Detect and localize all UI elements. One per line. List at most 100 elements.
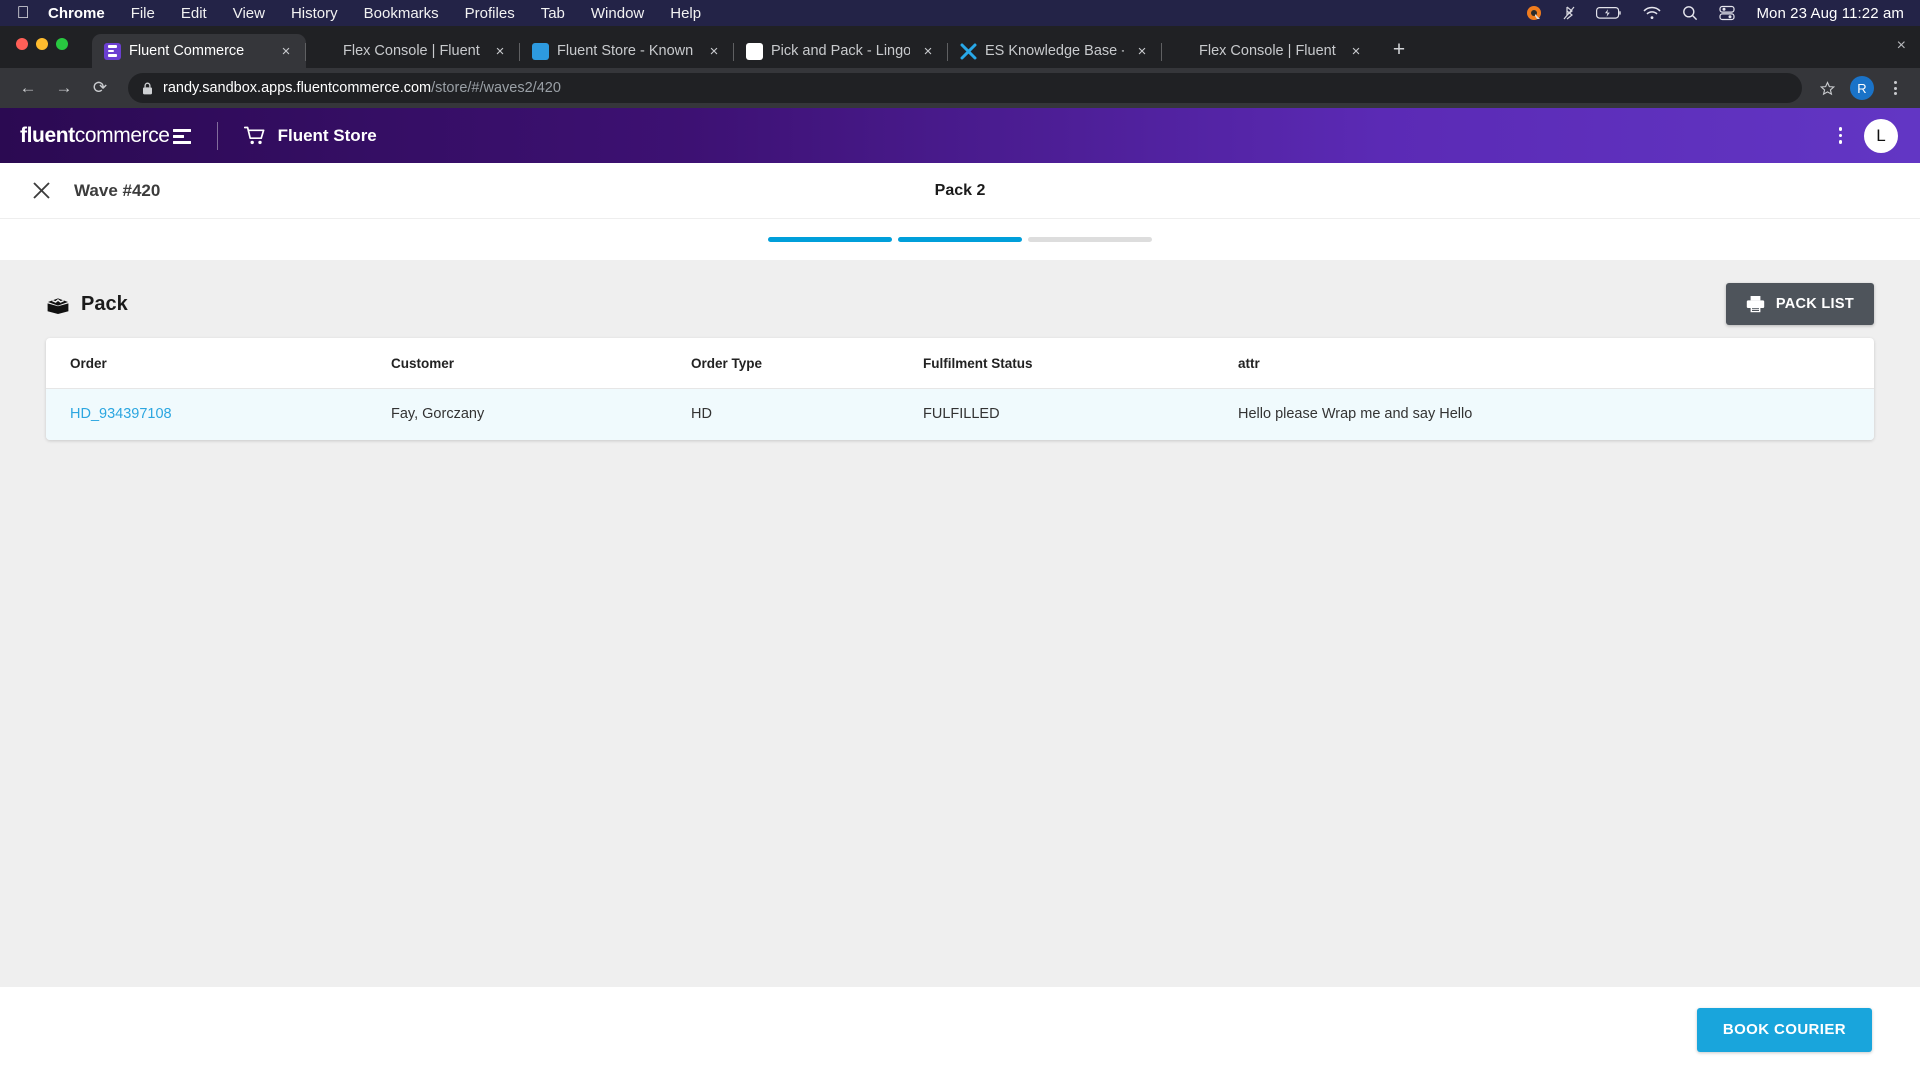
- orders-table: Order Customer Order Type Fulfilment Sta…: [46, 338, 1874, 440]
- browser-tab-0[interactable]: Fluent Commerce ×: [92, 34, 306, 68]
- column-header-order[interactable]: Order: [46, 338, 391, 389]
- book-courier-button[interactable]: BOOK COURIER: [1697, 1008, 1872, 1052]
- section-title-block: Pack: [46, 293, 128, 316]
- browser-tab-2[interactable]: Fluent Store - Known issues so ×: [520, 34, 734, 68]
- wifi-icon[interactable]: [1643, 0, 1661, 26]
- menu-item-profiles[interactable]: Profiles: [465, 5, 515, 22]
- back-icon[interactable]: ←: [12, 72, 44, 104]
- close-window-button[interactable]: [16, 38, 28, 50]
- menu-item-help[interactable]: Help: [670, 5, 701, 22]
- app-orange-icon[interactable]: [1526, 0, 1542, 26]
- wave-subheader: Wave #420 Pack 2: [0, 163, 1920, 219]
- browser-window: Fluent Commerce × Flex Console | Fluent …: [0, 26, 1920, 108]
- menu-item-chrome[interactable]: Chrome: [48, 5, 105, 22]
- cell-customer: Fay, Gorczany: [391, 389, 691, 441]
- fluent-commerce-favicon: [104, 43, 121, 60]
- bluetooth-icon[interactable]: [1563, 0, 1575, 26]
- section-title-text: Pack: [81, 293, 128, 316]
- maximize-window-button[interactable]: [56, 38, 68, 50]
- open-box-icon: [46, 295, 70, 314]
- menubar-clock[interactable]: Mon 23 Aug 11:22 am: [1756, 5, 1904, 22]
- window-traffic-lights[interactable]: [16, 38, 68, 50]
- tab-close-icon[interactable]: ×: [918, 41, 938, 61]
- flex-console-favicon: [1174, 43, 1191, 60]
- menu-item-view[interactable]: View: [233, 5, 265, 22]
- spotlight-search-icon[interactable]: [1682, 0, 1698, 26]
- table-row[interactable]: HD_934397108 Fay, Gorczany HD FULFILLED …: [46, 389, 1874, 441]
- apple-logo-icon[interactable]: : [14, 4, 32, 21]
- pack-list-button-label: PACK LIST: [1776, 296, 1854, 312]
- user-avatar[interactable]: L: [1864, 119, 1898, 153]
- menu-item-history[interactable]: History: [291, 5, 338, 22]
- menu-item-edit[interactable]: Edit: [181, 5, 207, 22]
- window-close-icon[interactable]: ×: [1897, 37, 1906, 55]
- column-header-fulfilment-status[interactable]: Fulfilment Status: [923, 338, 1238, 389]
- cell-order-type: HD: [691, 389, 923, 441]
- macos-menu-items: Chrome File Edit View History Bookmarks …: [48, 5, 701, 22]
- tab-close-icon[interactable]: ×: [276, 41, 296, 61]
- page-title: Pack 2: [0, 182, 1920, 200]
- chrome-profile-avatar[interactable]: R: [1850, 76, 1874, 100]
- browser-tab-5[interactable]: Flex Console | Fluent Commerce ×: [1162, 34, 1376, 68]
- es-knowledge-favicon: [960, 43, 977, 60]
- new-tab-button[interactable]: +: [1384, 35, 1414, 65]
- cell-order: HD_934397108: [46, 389, 391, 441]
- control-center-icon[interactable]: [1719, 0, 1735, 26]
- brand-mark-icon: [173, 129, 191, 144]
- fluent-commerce-logo[interactable]: fluentcommerce: [20, 124, 191, 148]
- orders-table-body: HD_934397108 Fay, Gorczany HD FULFILLED …: [46, 389, 1874, 441]
- wave-title: Wave #420: [74, 181, 160, 201]
- close-icon[interactable]: [30, 180, 52, 202]
- pack-list-button[interactable]: PACK LIST: [1726, 283, 1874, 325]
- tab-close-icon[interactable]: ×: [1346, 41, 1366, 61]
- address-bar[interactable]: randy.sandbox.apps.fluentcommerce.com/st…: [128, 73, 1802, 103]
- url-host-text: randy.sandbox.apps.fluentcommerce.com: [163, 80, 431, 96]
- lingo-favicon: [746, 43, 763, 60]
- store-name-text: Fluent Store: [278, 126, 377, 146]
- browser-tab-title: Flex Console | Fluent Commerce: [1199, 43, 1338, 59]
- step-progress-bar: [0, 219, 1920, 260]
- browser-tab-1[interactable]: Flex Console | Fluent Commerce ×: [306, 34, 520, 68]
- column-header-attr[interactable]: attr: [1238, 338, 1874, 389]
- step-indicator-2[interactable]: [898, 237, 1022, 242]
- column-header-order-type[interactable]: Order Type: [691, 338, 923, 389]
- fluent-store-app: fluentcommerce Fluent Store L Wave #420 …: [0, 108, 1920, 1072]
- chrome-menu-icon[interactable]: [1882, 75, 1908, 101]
- cell-attr: Hello please Wrap me and say Hello: [1238, 389, 1874, 441]
- store-name-block[interactable]: Fluent Store: [244, 126, 377, 146]
- orders-table-card: Order Customer Order Type Fulfilment Sta…: [46, 338, 1874, 440]
- browser-tab-3[interactable]: Pick and Pack - Lingo ×: [734, 34, 948, 68]
- browser-tab-4[interactable]: ES Knowledge Base - ES Know ×: [948, 34, 1162, 68]
- browser-tab-title: ES Knowledge Base - ES Know: [985, 43, 1124, 59]
- tab-close-icon[interactable]: ×: [704, 41, 724, 61]
- header-divider: [217, 122, 218, 150]
- step-indicator-1[interactable]: [768, 237, 892, 242]
- menu-item-tab[interactable]: Tab: [541, 5, 565, 22]
- order-link[interactable]: HD_934397108: [70, 406, 172, 422]
- column-header-customer[interactable]: Customer: [391, 338, 691, 389]
- app-header-actions: L: [1833, 108, 1899, 163]
- minimize-window-button[interactable]: [36, 38, 48, 50]
- macos-status-area: Mon 23 Aug 11:22 am: [1526, 0, 1904, 26]
- browser-tab-title: Fluent Commerce: [129, 43, 268, 59]
- menu-item-window[interactable]: Window: [591, 5, 644, 22]
- menu-item-file[interactable]: File: [131, 5, 155, 22]
- main-content: Pack PACK LIST Order Customer Order Type…: [0, 260, 1920, 987]
- tab-close-icon[interactable]: ×: [490, 41, 510, 61]
- flex-console-favicon: [318, 43, 335, 60]
- vertical-dots-icon[interactable]: [1833, 121, 1849, 150]
- step-indicator-3[interactable]: [1028, 237, 1152, 242]
- fluent-store-favicon: [532, 43, 549, 60]
- battery-icon[interactable]: [1596, 0, 1622, 26]
- browser-tabstrip: Fluent Commerce × Flex Console | Fluent …: [0, 26, 1920, 68]
- shopping-cart-icon: [244, 126, 266, 146]
- forward-icon[interactable]: →: [48, 72, 80, 104]
- address-bar-host: randy.sandbox.apps.fluentcommerce.com/st…: [163, 80, 561, 96]
- star-icon[interactable]: [1814, 75, 1840, 101]
- macos-menubar:  Chrome File Edit View History Bookmark…: [0, 0, 1920, 26]
- tab-close-icon[interactable]: ×: [1132, 41, 1152, 61]
- brand-bold-text: fluent: [20, 124, 75, 147]
- menu-item-bookmarks[interactable]: Bookmarks: [364, 5, 439, 22]
- orders-table-head: Order Customer Order Type Fulfilment Sta…: [46, 338, 1874, 389]
- reload-icon[interactable]: ⟳: [84, 72, 116, 104]
